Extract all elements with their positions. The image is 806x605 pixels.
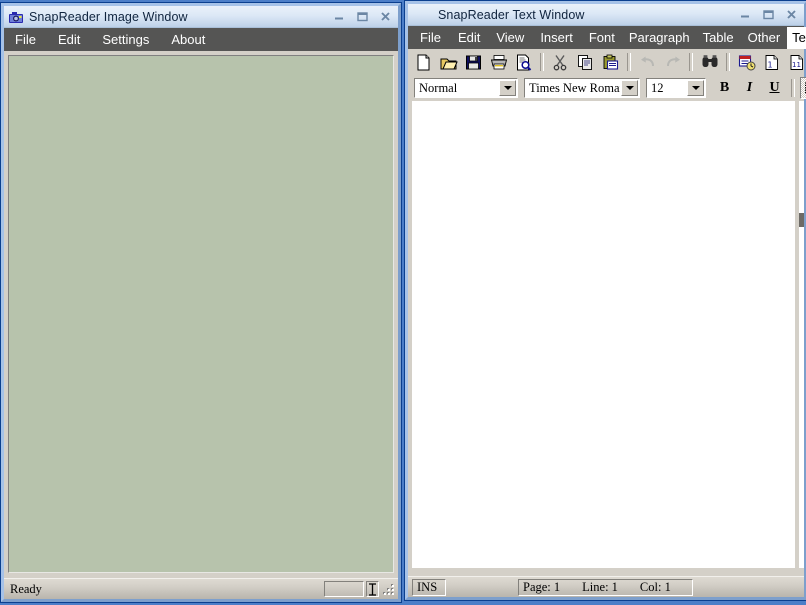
toolbar-separator	[689, 53, 693, 71]
insert-page-count-icon[interactable]: 11	[785, 51, 806, 73]
col-label: Col: 1	[639, 579, 671, 594]
minimize-icon[interactable]	[329, 8, 350, 25]
menu-item-view[interactable]: View	[488, 27, 532, 49]
style-combo-value: Normal	[419, 80, 458, 95]
menu-item-file[interactable]: File	[4, 29, 47, 51]
text-window-frame: SnapReader Text Window File Edit View In…	[405, 1, 806, 600]
font-size-combo-value: 12	[651, 80, 664, 95]
insert-page-number-icon[interactable]: 1	[760, 51, 783, 73]
font-size-combo[interactable]: 12	[646, 78, 706, 98]
chevron-down-icon[interactable]	[687, 80, 704, 96]
menu-item-edit[interactable]: Edit	[450, 27, 488, 49]
image-window-title: SnapReader Image Window	[29, 9, 188, 24]
close-icon[interactable]	[781, 6, 802, 23]
text-cursor-icon	[366, 581, 379, 597]
svg-text:1: 1	[767, 60, 772, 69]
print-preview-icon[interactable]	[512, 51, 535, 73]
date-time-icon[interactable]	[735, 51, 758, 73]
desktop-background: SnapReader Image Window File Edit Settin…	[0, 0, 806, 605]
page-label: Page: 1	[523, 579, 561, 594]
svg-text:11: 11	[792, 60, 801, 68]
undo-arrow-icon[interactable]	[636, 51, 659, 73]
italic-button[interactable]: I	[738, 77, 761, 99]
insert-mode-panel: INS	[412, 578, 446, 596]
print-icon[interactable]	[487, 51, 510, 73]
menu-item-edit[interactable]: Edit	[47, 29, 91, 51]
camera-icon	[8, 9, 24, 25]
position-panel: Page: 1 Line: 1 Col: 1	[518, 578, 693, 596]
font-combo[interactable]: Times New Roman	[524, 78, 640, 98]
scrollbar-thumb[interactable]	[799, 213, 804, 227]
image-window-controls	[329, 8, 396, 25]
insert-mode-label: INS	[417, 579, 438, 594]
menu-item-insert[interactable]: Insert	[532, 27, 581, 49]
close-icon[interactable]	[375, 8, 396, 25]
text-window-titlebar[interactable]: SnapReader Text Window	[408, 4, 804, 26]
chevron-down-icon[interactable]	[499, 80, 516, 96]
image-window-menubar[interactable]: File Edit Settings About	[4, 28, 398, 51]
resize-grip-icon[interactable]	[382, 583, 395, 596]
text-window[interactable]: SnapReader Text Window File Edit View In…	[404, 0, 806, 601]
toolbar-separator	[726, 53, 730, 71]
bold-button[interactable]: B	[713, 77, 736, 99]
status-panel-empty	[324, 581, 364, 597]
redo-arrow-icon[interactable]	[661, 51, 684, 73]
image-window-frame: SnapReader Image Window File Edit Settin…	[1, 3, 401, 602]
status-ready-text: Ready	[10, 581, 42, 596]
text-window-menubar[interactable]: File Edit View Insert Font Paragraph Tab…	[408, 26, 806, 49]
minimize-icon[interactable]	[735, 6, 756, 23]
save-floppy-icon[interactable]	[462, 51, 485, 73]
image-window-statusbar: Ready	[4, 578, 398, 599]
menu-item-font[interactable]: Font	[581, 27, 623, 49]
text-window-title: SnapReader Text Window	[438, 7, 585, 22]
text-window-toolbar-standard[interactable]: 1 11 ¶	[408, 49, 804, 75]
menu-item-other[interactable]: Other	[741, 27, 788, 49]
paste-clipboard-icon[interactable]	[599, 51, 622, 73]
cut-scissors-icon[interactable]	[549, 51, 572, 73]
text-window-statusbar: INS Page: 1 Line: 1 Col: 1	[408, 576, 804, 597]
toolbar-separator	[791, 79, 795, 97]
text-editor[interactable]	[412, 101, 795, 568]
toolbar-separator	[540, 53, 544, 71]
menu-item-about[interactable]: About	[160, 29, 216, 51]
new-document-icon[interactable]	[412, 51, 435, 73]
underline-button[interactable]: U	[763, 77, 786, 99]
maximize-icon[interactable]	[758, 6, 779, 23]
find-binoculars-icon[interactable]	[698, 51, 721, 73]
line-label: Line: 1	[582, 579, 618, 594]
image-window-titlebar[interactable]: SnapReader Image Window	[4, 6, 398, 28]
copy-icon[interactable]	[574, 51, 597, 73]
editor-vertical-scrollbar[interactable]	[799, 101, 804, 568]
underline-label: U	[769, 80, 780, 95]
menu-item-settings[interactable]: Settings	[91, 29, 160, 51]
style-combo[interactable]: Normal	[414, 78, 518, 98]
menu-item-paragraph[interactable]: Paragraph	[623, 27, 696, 49]
bold-label: B	[719, 80, 730, 95]
font-combo-value: Times New Roman	[529, 80, 620, 95]
image-canvas[interactable]	[8, 55, 394, 573]
text-window-controls	[735, 6, 802, 23]
image-window[interactable]: SnapReader Image Window File Edit Settin…	[0, 2, 402, 603]
maximize-icon[interactable]	[352, 8, 373, 25]
align-justify-icon[interactable]	[800, 77, 806, 99]
text-window-toolbar-formatting[interactable]: Normal Times New Roman 12 B I U	[408, 75, 806, 101]
menu-item-texttospeech[interactable]: TextToSp	[787, 26, 806, 49]
menu-item-table[interactable]: Table	[696, 27, 741, 49]
toolbar-separator	[627, 53, 631, 71]
open-folder-icon[interactable]	[437, 51, 460, 73]
chevron-down-icon[interactable]	[621, 80, 638, 96]
italic-label: I	[746, 80, 753, 95]
menu-item-file[interactable]: File	[411, 27, 450, 49]
